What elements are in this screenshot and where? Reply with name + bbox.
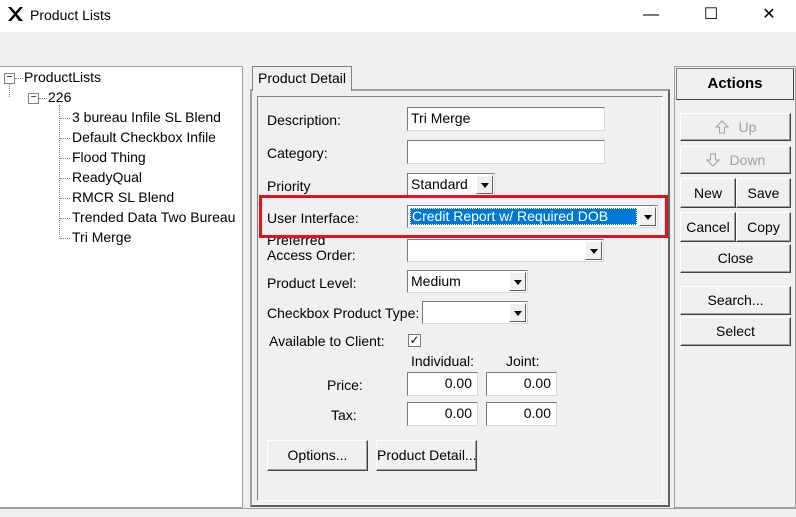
- search-button[interactable]: Search...: [680, 286, 791, 315]
- category-input[interactable]: [407, 140, 605, 164]
- maximize-icon: ☐: [703, 6, 719, 23]
- description-input[interactable]: Tri Merge: [407, 107, 605, 131]
- tree-group-226[interactable]: 226: [48, 89, 71, 105]
- chevron-down-icon[interactable]: [509, 272, 526, 291]
- tree-item-selected[interactable]: Tri Merge: [72, 229, 131, 245]
- down-label: Down: [729, 152, 766, 168]
- checkbox-product-type-select[interactable]: [422, 301, 528, 324]
- product-level-value: Medium: [411, 273, 461, 289]
- tree-connector: [60, 118, 70, 119]
- tree-root[interactable]: ProductLists: [24, 69, 101, 85]
- save-button[interactable]: Save: [736, 178, 791, 208]
- down-button[interactable]: Down: [680, 146, 791, 174]
- chevron-down-icon[interactable]: [585, 241, 602, 260]
- product-level-select[interactable]: Medium: [407, 270, 528, 293]
- cancel-button[interactable]: Cancel: [680, 212, 736, 242]
- tree-item[interactable]: Trended Data Two Bureau: [72, 209, 235, 225]
- price-joint-input[interactable]: 0.00: [486, 372, 557, 396]
- tree-item[interactable]: ReadyQual: [72, 169, 142, 185]
- access-order-label: Access Order:: [267, 247, 356, 263]
- product-level-label: Product Level:: [267, 275, 357, 291]
- close-window-button[interactable]: ✕: [746, 0, 792, 32]
- product-tree[interactable]: − ProductLists − 226 3 bureau Infile SL …: [0, 66, 243, 508]
- close-button[interactable]: Close: [680, 244, 791, 273]
- available-to-client-label: Available to Client:: [269, 333, 385, 349]
- tree-connector: [39, 98, 47, 99]
- tax-individual-input[interactable]: 0.00: [407, 402, 478, 426]
- new-button[interactable]: New: [680, 178, 736, 208]
- toolbar-area: [0, 32, 796, 62]
- maximize-button[interactable]: ☐: [688, 0, 734, 32]
- tree-item[interactable]: RMCR SL Blend: [72, 189, 174, 205]
- price-label: Price:: [327, 377, 363, 393]
- tree-item[interactable]: 3 bureau Infile SL Blend: [72, 109, 221, 125]
- minimize-icon: —: [643, 6, 659, 23]
- group-collapse-icon[interactable]: −: [28, 93, 39, 104]
- description-label: Description:: [267, 112, 341, 128]
- tree-connector: [9, 83, 10, 97]
- price-individual-input[interactable]: 0.00: [407, 372, 478, 396]
- tree-item[interactable]: Default Checkbox Infile: [72, 129, 216, 145]
- tree-connector: [60, 138, 70, 139]
- options-button[interactable]: Options...: [267, 440, 368, 471]
- tree-connector: [60, 158, 70, 159]
- priority-select[interactable]: Standard: [407, 173, 495, 196]
- arrow-down-icon: [705, 153, 720, 167]
- available-to-client-checkbox[interactable]: ✓: [408, 334, 421, 347]
- priority-value: Standard: [411, 176, 468, 192]
- chevron-down-icon[interactable]: [476, 175, 493, 194]
- window-title: Product Lists: [30, 7, 111, 23]
- priority-label: Priority: [267, 178, 311, 194]
- app-icon: [8, 7, 23, 21]
- up-button[interactable]: Up: [680, 113, 791, 141]
- access-order-select[interactable]: [407, 239, 604, 262]
- minimize-button[interactable]: —: [628, 0, 674, 32]
- title-bar: Product Lists — ☐ ✕: [0, 0, 796, 32]
- tax-label: Tax:: [331, 407, 357, 423]
- tree-connector: [60, 198, 70, 199]
- tree-connector: [15, 78, 23, 79]
- chevron-down-icon[interactable]: [509, 303, 526, 322]
- tab-product-detail[interactable]: Product Detail: [252, 66, 352, 91]
- tree-item[interactable]: Flood Thing: [72, 149, 146, 165]
- checkbox-product-type-label: Checkbox Product Type:: [267, 305, 420, 321]
- tax-joint-input[interactable]: 0.00: [486, 402, 557, 426]
- tree-connector: [60, 238, 70, 239]
- actions-header: Actions: [676, 68, 794, 100]
- joint-header: Joint:: [506, 353, 540, 369]
- product-detail-button[interactable]: Product Detail...: [376, 440, 477, 471]
- highlight-annotation: [259, 195, 668, 238]
- tree-connector: [60, 178, 70, 179]
- select-button[interactable]: Select: [680, 317, 791, 346]
- up-label: Up: [738, 119, 757, 135]
- arrow-up-icon: [714, 120, 729, 134]
- close-icon: ✕: [762, 6, 776, 23]
- individual-header: Individual:: [411, 353, 475, 369]
- category-label: Category:: [267, 145, 328, 161]
- copy-button[interactable]: Copy: [736, 212, 791, 242]
- tree-connector: [60, 218, 70, 219]
